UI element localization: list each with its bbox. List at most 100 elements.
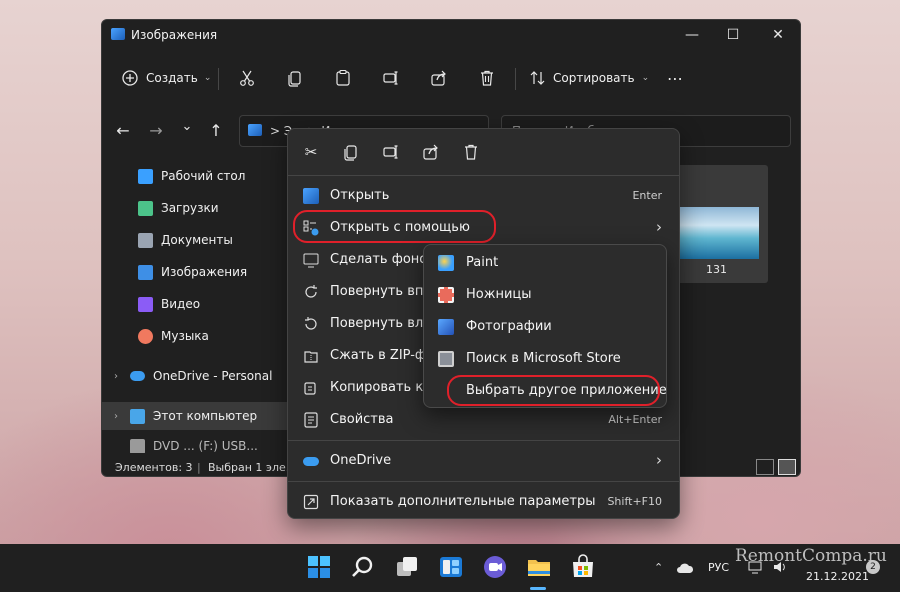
submenu-item-paint[interactable]: Paint [428,248,664,278]
sort-icon [530,71,545,85]
menu-item-label: Открыть [330,188,390,203]
submenu-item-photos[interactable]: Фотографии [428,312,664,342]
sidebar-item-dvd[interactable]: DVD ... (F:) USB... [102,439,292,453]
rename-icon[interactable] [382,143,400,161]
chevron-right-icon[interactable]: › [111,411,121,422]
submenu-item-label: Ножницы [466,287,532,302]
create-label: Создать [146,71,198,85]
cut-icon[interactable] [238,69,256,87]
pictures-folder-icon [111,28,125,40]
image-thumbnail [679,207,759,259]
search-icon[interactable] [350,554,376,580]
rename-icon[interactable] [382,69,400,87]
copy-path-icon [304,382,316,395]
more-options-button[interactable]: ⋯ [667,69,683,88]
navigation-pane: Рабочий стол Загрузки Документы Изображе… [102,162,292,453]
sidebar-item-label: OneDrive - Personal [153,369,273,383]
chevron-right-icon: › [656,218,662,236]
chat-icon[interactable] [482,554,508,580]
store-icon[interactable] [570,554,596,580]
share-icon[interactable] [430,69,448,87]
sidebar-item-video[interactable]: Видео [102,290,292,318]
cut-icon[interactable]: ✂ [302,143,320,161]
sidebar-item-pictures[interactable]: Изображения [102,258,292,286]
copy-icon[interactable] [286,69,304,87]
image-icon [303,188,319,204]
divider [288,481,679,482]
store-icon [438,351,454,367]
rotate-left-icon [305,317,317,330]
zip-icon [304,351,318,363]
recent-locations-button[interactable]: ⌄ [178,117,196,137]
window-title: Изображения [131,28,218,42]
forward-button[interactable]: → [147,121,165,141]
highlight-ring [447,375,660,406]
onedrive-tray-icon[interactable] [676,562,694,574]
chevron-up-icon[interactable]: ⌃ [654,561,663,574]
sidebar-item-music[interactable]: Музыка [102,322,292,350]
shortcut-label: Alt+Enter [608,413,662,426]
photos-icon [438,319,454,335]
sort-label: Сортировать [553,71,635,85]
sidebar-item-label: Музыка [161,329,209,343]
command-bar: Создать ⌄ Сортировать ⌄ ⋯ [102,60,800,96]
submenu-item-snipping-tool[interactable]: Ножницы [428,280,664,310]
computer-icon [130,408,145,424]
sort-button[interactable]: Сортировать ⌄ [529,67,649,89]
onedrive-icon [130,371,145,381]
task-view-icon[interactable] [394,554,420,580]
sidebar-item-label: Рабочий стол [161,169,246,183]
maximize-button[interactable]: ☐ [723,26,743,44]
sidebar-item-desktop[interactable]: Рабочий стол [102,162,292,190]
menu-item-properties[interactable]: Свойства Alt+Enter [292,405,677,435]
explorer-icon[interactable] [526,554,552,580]
menu-item-show-more-options[interactable]: Показать дополнительные параметры Shift+… [292,487,677,517]
onedrive-icon [303,457,319,466]
submenu-item-label: Поиск в Microsoft Store [466,351,621,366]
menu-item-label: Свойства [330,412,394,427]
rotate-right-icon [305,285,317,298]
widgets-icon[interactable] [438,554,464,580]
status-divider: | [197,461,201,474]
file-item-131[interactable]: 131 [665,165,768,283]
details-view-icon[interactable] [756,459,774,475]
minimize-button[interactable]: — [682,26,702,44]
delete-icon[interactable] [462,143,480,161]
create-button[interactable]: Создать ⌄ [121,67,211,89]
chevron-down-icon: ⌄ [203,73,212,83]
start-icon[interactable] [306,554,332,580]
document-icon [138,232,153,248]
sidebar-item-documents[interactable]: Документы [102,226,292,254]
chevron-right-icon: › [656,451,662,469]
language-indicator[interactable]: РУС [708,561,729,574]
submenu-item-label: Фотографии [466,319,552,334]
notification-badge[interactable]: 2 [866,560,880,574]
submenu-item-label: Paint [466,255,499,270]
paint-icon [438,255,454,271]
share-icon[interactable] [422,143,440,161]
up-button[interactable]: ↑ [207,121,225,141]
sidebar-item-this-pc[interactable]: › Этот компьютер [102,402,292,430]
tiles-view-icon[interactable] [778,459,796,475]
sidebar-item-downloads[interactable]: Загрузки [102,194,292,222]
chevron-right-icon[interactable]: › [111,371,121,382]
delete-icon[interactable] [478,69,496,87]
menu-item-onedrive[interactable]: OneDrive › [292,446,677,476]
close-button[interactable]: ✕ [768,26,788,44]
image-icon [138,264,153,280]
tray-date[interactable]: 21.12.2021 [806,570,869,583]
submenu-item-store-search[interactable]: Поиск в Microsoft Store [428,344,664,374]
back-button[interactable]: ← [114,121,132,141]
sidebar-item-label: Документы [161,233,233,247]
paste-icon[interactable] [334,69,352,87]
sidebar-item-onedrive[interactable]: › OneDrive - Personal [102,362,292,390]
copy-icon[interactable] [342,143,360,161]
title-bar[interactable]: Изображения — ☐ ✕ [102,20,800,50]
menu-item-open[interactable]: Открыть Enter [292,181,677,211]
active-indicator [530,587,546,590]
quick-actions-row: ✂ [288,129,679,175]
more-options-icon [303,494,319,510]
wallpaper-icon [303,253,319,268]
menu-item-label: Показать дополнительные параметры [330,494,596,509]
shortcut-label: Shift+F10 [607,495,662,508]
